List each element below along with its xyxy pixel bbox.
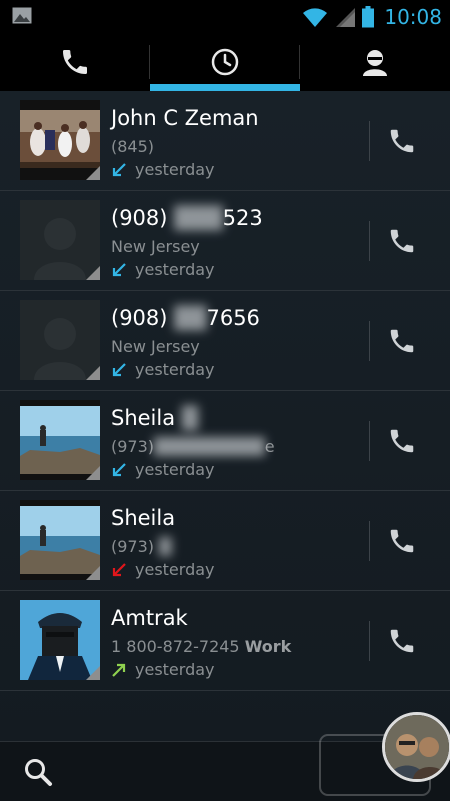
outgoing-call-icon (112, 663, 126, 677)
battery-icon (362, 5, 375, 27)
number-type: Work (244, 637, 292, 656)
tab-bar (0, 33, 450, 91)
missed-call-icon (112, 562, 126, 576)
contact-name: Amtrak (111, 606, 188, 630)
contact-name: (908) ██7656 (111, 306, 260, 330)
phone-icon (390, 129, 414, 153)
contact-photo[interactable] (20, 300, 100, 380)
call-button[interactable] (372, 613, 432, 669)
call-button[interactable] (372, 513, 432, 569)
incoming-call-icon (112, 362, 126, 376)
call-time: yesterday (111, 560, 215, 579)
tab-contacts[interactable] (300, 33, 450, 91)
call-time: yesterday (111, 660, 215, 679)
call-log-row[interactable]: Sheila (973) █ yesterday (0, 491, 450, 591)
call-time: yesterday (111, 460, 215, 479)
call-button[interactable] (372, 113, 432, 169)
call-log-row[interactable]: (908) ███523 New Jersey yesterday (0, 191, 450, 291)
phone-icon (390, 629, 414, 653)
phone-icon (63, 50, 87, 74)
tab-dialer[interactable] (0, 33, 150, 91)
phone-icon (390, 529, 414, 553)
call-time: yesterday (111, 360, 215, 379)
call-log-row[interactable]: Sheila █ (973)█████████e yesterday (0, 391, 450, 491)
contact-name: Sheila (111, 506, 176, 530)
contact-photo[interactable] (20, 500, 100, 580)
incoming-call-icon (112, 262, 126, 276)
call-button[interactable] (372, 413, 432, 469)
call-time: yesterday (111, 160, 215, 179)
contact-photo[interactable] (20, 200, 100, 280)
contact-name: John C Zeman (111, 106, 259, 130)
contact-number: 1 800-872-7245 Work (111, 637, 292, 656)
contact-location: New Jersey (111, 337, 200, 356)
tab-call-log[interactable] (150, 33, 300, 91)
avatar[interactable] (382, 712, 450, 782)
search-button[interactable] (18, 754, 58, 790)
call-log-list[interactable]: John C Zeman (845) yesterday (908) ███52 (0, 91, 450, 741)
person-icon (363, 50, 387, 76)
contact-photo[interactable] (20, 600, 100, 680)
image-notification-icon (12, 7, 32, 24)
phone-icon (390, 329, 414, 353)
call-button[interactable] (372, 313, 432, 369)
call-button[interactable] (372, 213, 432, 269)
contact-photo[interactable] (20, 400, 100, 480)
call-log-row[interactable]: (908) ██7656 New Jersey yesterday (0, 291, 450, 391)
incoming-call-icon (112, 462, 126, 476)
clock-icon (211, 48, 239, 76)
call-log-row[interactable]: John C Zeman (845) yesterday (0, 91, 450, 191)
signal-icon (336, 7, 356, 27)
phone-icon (390, 229, 414, 253)
contact-number: (973) █ (111, 537, 172, 556)
contact-name: (908) ███523 (111, 206, 263, 230)
contact-number: (845) (111, 137, 155, 156)
tab-selected-indicator (150, 84, 300, 91)
incoming-call-icon (112, 162, 126, 176)
contact-location: New Jersey (111, 237, 200, 256)
contact-number: (973)█████████e (111, 437, 275, 456)
contact-name: Sheila █ (111, 406, 198, 430)
call-time: yesterday (111, 260, 215, 279)
phone-icon (390, 429, 414, 453)
clock-time: 10:08 (384, 4, 442, 29)
search-icon (25, 759, 52, 786)
status-bar: 10:08 (0, 0, 450, 33)
call-log-row[interactable]: Amtrak 1 800-872-7245 Work yesterday (0, 591, 450, 691)
contact-photo[interactable] (20, 100, 100, 180)
wifi-icon (303, 7, 328, 27)
